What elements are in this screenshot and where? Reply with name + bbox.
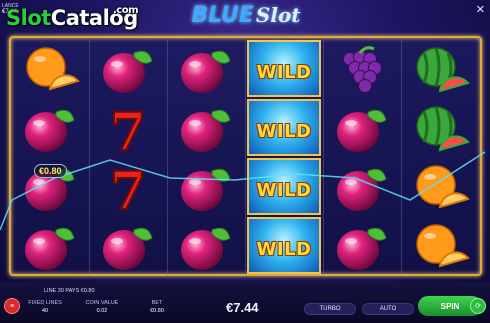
reel-2: 7 7 xyxy=(90,40,166,276)
reel-4: WILD WILD WILD WILD xyxy=(246,40,322,276)
menu-icon: ≡ xyxy=(9,302,15,310)
auto-button[interactable]: AUTO xyxy=(362,303,414,315)
wild-label: WILD xyxy=(256,239,312,260)
close-icon[interactable]: ✕ xyxy=(476,3,485,16)
logo-slot: Slot xyxy=(255,3,301,27)
reel-separator xyxy=(89,40,90,276)
bet-value: €0.80 xyxy=(150,308,164,314)
spin-arrow-button[interactable]: ⟳ xyxy=(470,298,486,314)
symbol-plum xyxy=(12,217,88,276)
reel-5 xyxy=(324,40,400,276)
watermelon-icon xyxy=(416,46,470,92)
plum-icon xyxy=(25,109,75,152)
refresh-icon: ⟳ xyxy=(475,303,481,310)
symbol-grapes xyxy=(324,40,400,99)
seven-icon: 7 xyxy=(109,102,147,156)
symbol-wild: WILD xyxy=(247,40,321,97)
symbol-orange xyxy=(12,40,88,99)
plum-icon xyxy=(337,109,387,152)
plum-icon xyxy=(103,227,153,270)
fixed-lines: FIXED LINES 40 xyxy=(28,300,62,314)
reel-separator xyxy=(245,40,246,276)
reel-6 xyxy=(402,40,478,276)
symbol-wild: WILD xyxy=(247,158,321,215)
fixed-lines-label: FIXED LINES xyxy=(28,300,62,306)
symbol-plum xyxy=(90,40,166,99)
symbol-plum xyxy=(324,217,400,276)
reel-3 xyxy=(168,40,244,276)
slotcatalog-watermark: SlotCatalog .com xyxy=(6,5,139,30)
symbol-plum xyxy=(168,99,244,158)
symbol-plum xyxy=(324,99,400,158)
watermark-slot: Slot xyxy=(6,6,51,30)
plum-icon xyxy=(25,227,75,270)
orange-icon xyxy=(26,46,80,90)
win-amount-badge: €0.80 xyxy=(34,164,67,178)
symbol-seven: 7 xyxy=(90,99,166,158)
turbo-button[interactable]: TURBO xyxy=(304,303,356,315)
bet[interactable]: BET €0.80 xyxy=(142,300,172,314)
symbol-orange xyxy=(402,158,478,217)
symbol-plum xyxy=(12,99,88,158)
wild-label: WILD xyxy=(256,121,312,142)
symbol-seven: 7 xyxy=(90,158,166,217)
symbol-plum xyxy=(168,158,244,217)
symbol-plum xyxy=(168,217,244,276)
reel-separator xyxy=(167,40,168,276)
orange-icon xyxy=(416,223,470,267)
plum-icon xyxy=(337,227,387,270)
svg-text:7: 7 xyxy=(110,102,146,156)
reel-separator xyxy=(401,40,402,276)
symbol-wild: WILD xyxy=(247,217,321,274)
reel-frame: 7 7 WILD WILD WILD WILD xyxy=(9,36,482,276)
plum-icon xyxy=(181,109,231,152)
coin-value[interactable]: COIN VALUE 0.02 xyxy=(82,300,122,314)
bet-label: BET xyxy=(151,300,163,306)
plum-icon xyxy=(103,50,153,93)
reel-separator xyxy=(323,40,324,276)
svg-text:7: 7 xyxy=(110,161,146,215)
orange-icon xyxy=(416,164,470,208)
line-win-info: LINE 30 PAYS €0.80 xyxy=(44,288,95,294)
symbol-watermelon xyxy=(402,40,478,99)
coin-value-value: 0.02 xyxy=(96,308,108,314)
watermark-dotcom: .com xyxy=(113,5,139,16)
symbol-orange xyxy=(402,217,478,276)
plum-icon xyxy=(181,227,231,270)
logo-blue: BLUE xyxy=(191,2,254,28)
symbol-plum xyxy=(324,158,400,217)
watermelon-icon xyxy=(416,105,470,151)
wild-label: WILD xyxy=(256,180,312,201)
wild-label: WILD xyxy=(256,62,312,83)
reel-1 xyxy=(12,40,88,276)
fixed-lines-value: 40 xyxy=(41,308,49,314)
plum-icon xyxy=(337,168,387,211)
coin-value-label: COIN VALUE xyxy=(85,300,119,306)
menu-button[interactable]: ≡ xyxy=(4,298,20,314)
seven-icon: 7 xyxy=(109,161,147,215)
plum-icon xyxy=(181,50,231,93)
symbol-wild: WILD xyxy=(247,99,321,156)
symbol-plum xyxy=(168,40,244,99)
game-logo: BLUE Slot xyxy=(178,2,314,28)
grapes-icon xyxy=(343,45,382,93)
balance-display: €7.44 xyxy=(226,300,259,315)
plum-icon xyxy=(181,168,231,211)
symbol-watermelon xyxy=(402,99,478,158)
symbol-plum xyxy=(90,217,166,276)
